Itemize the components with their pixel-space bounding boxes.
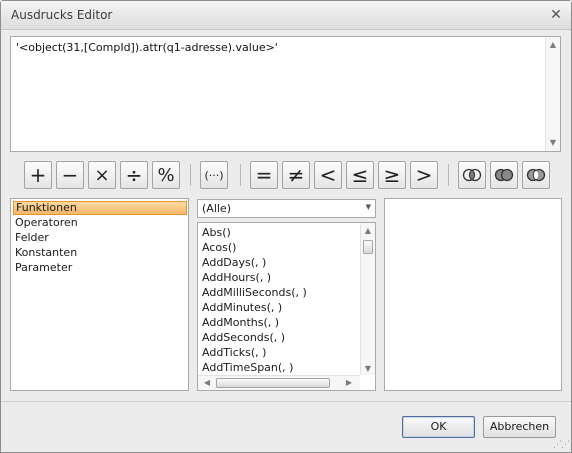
or-circles-icon: [494, 168, 514, 182]
chevron-down-icon[interactable]: ▼: [366, 203, 371, 211]
expression-textarea[interactable]: '<object(31,[CompId]).attr(q1-adresse).v…: [10, 36, 561, 152]
scroll-left-icon[interactable]: ◀: [200, 377, 214, 389]
category-list: Funktionen Operatoren Felder Konstanten …: [10, 198, 189, 391]
expression-vertical-scrollbar[interactable]: ▲ ▼: [545, 37, 560, 151]
list-item[interactable]: AddTimeSpan(, ): [202, 360, 293, 375]
list-item[interactable]: AddMinutes(, ): [202, 300, 282, 315]
scroll-right-icon[interactable]: ▶: [342, 377, 356, 389]
footer-divider: [1, 401, 571, 402]
close-icon[interactable]: ✕: [549, 8, 563, 22]
ok-button[interactable]: OK: [402, 416, 475, 438]
scroll-down-icon[interactable]: ▼: [546, 137, 560, 149]
category-item-felder[interactable]: Felder: [13, 231, 187, 245]
logical-or-button[interactable]: [490, 161, 518, 189]
horizontal-scroll-thumb[interactable]: [216, 378, 330, 388]
category-item-konstanten[interactable]: Konstanten: [13, 246, 187, 260]
function-list: Abs() Acos() AddDays(, ) AddHours(, ) Ad…: [197, 222, 376, 391]
category-item-operatoren[interactable]: Operatoren: [13, 216, 187, 230]
and-circles-icon: [462, 168, 482, 182]
logical-xor-button[interactable]: [522, 161, 550, 189]
window-title: Ausdrucks Editor: [11, 8, 113, 22]
toolbar-divider: [190, 164, 191, 186]
toolbar-divider: [240, 164, 241, 186]
toolbar-divider: [448, 164, 449, 186]
parentheses-button[interactable]: (···): [200, 161, 228, 189]
expression-editor-dialog: Ausdrucks Editor ✕ '<object(31,[CompId])…: [0, 0, 572, 453]
multiply-button[interactable]: ×: [88, 161, 116, 189]
minus-button[interactable]: −: [56, 161, 84, 189]
greater-equal-button[interactable]: ≥: [378, 161, 406, 189]
category-item-parameter[interactable]: Parameter: [13, 261, 187, 275]
expression-text: '<object(31,[CompId]).attr(q1-adresse).v…: [16, 41, 278, 54]
xor-circles-icon: [526, 168, 546, 182]
list-item[interactable]: AddDays(, ): [202, 255, 266, 270]
scroll-down-icon[interactable]: ▼: [361, 363, 375, 375]
scroll-up-icon[interactable]: ▲: [546, 39, 560, 51]
function-filter-dropdown[interactable]: (Alle) ▼: [197, 199, 376, 218]
logical-and-button[interactable]: [458, 161, 486, 189]
modulo-button[interactable]: %: [152, 161, 180, 189]
not-equal-button[interactable]: ≠: [282, 161, 310, 189]
equal-button[interactable]: =: [250, 161, 278, 189]
less-equal-button[interactable]: ≤: [346, 161, 374, 189]
list-item[interactable]: AddSeconds(, ): [202, 330, 285, 345]
list-item[interactable]: Acos(): [202, 240, 236, 255]
description-panel: [384, 198, 562, 391]
list-item[interactable]: AddMonths(, ): [202, 315, 279, 330]
vertical-scroll-thumb[interactable]: [363, 240, 373, 254]
operator-toolbar: + − × ÷ % (···) = ≠ < ≤ ≥ >: [1, 161, 571, 191]
list-item[interactable]: Abs(): [202, 225, 231, 240]
cancel-button[interactable]: Abbrechen: [483, 416, 556, 438]
divide-button[interactable]: ÷: [120, 161, 148, 189]
list-item[interactable]: AddHours(, ): [202, 270, 271, 285]
less-than-button[interactable]: <: [314, 161, 342, 189]
function-list-horizontal-scrollbar[interactable]: ◀ ▶: [198, 375, 360, 390]
plus-button[interactable]: +: [24, 161, 52, 189]
scroll-up-icon[interactable]: ▲: [361, 225, 375, 237]
list-item[interactable]: AddMilliSeconds(, ): [202, 285, 307, 300]
greater-than-button[interactable]: >: [410, 161, 438, 189]
function-list-vertical-scrollbar[interactable]: ▲ ▼: [360, 223, 375, 375]
category-item-funktionen[interactable]: Funktionen: [13, 201, 187, 215]
filter-selected-value: (Alle): [202, 202, 231, 215]
list-item[interactable]: AddTicks(, ): [202, 345, 266, 360]
resize-grip-icon[interactable]: ⋰⋰: [553, 440, 570, 450]
title-bar[interactable]: Ausdrucks Editor ✕: [1, 1, 571, 30]
